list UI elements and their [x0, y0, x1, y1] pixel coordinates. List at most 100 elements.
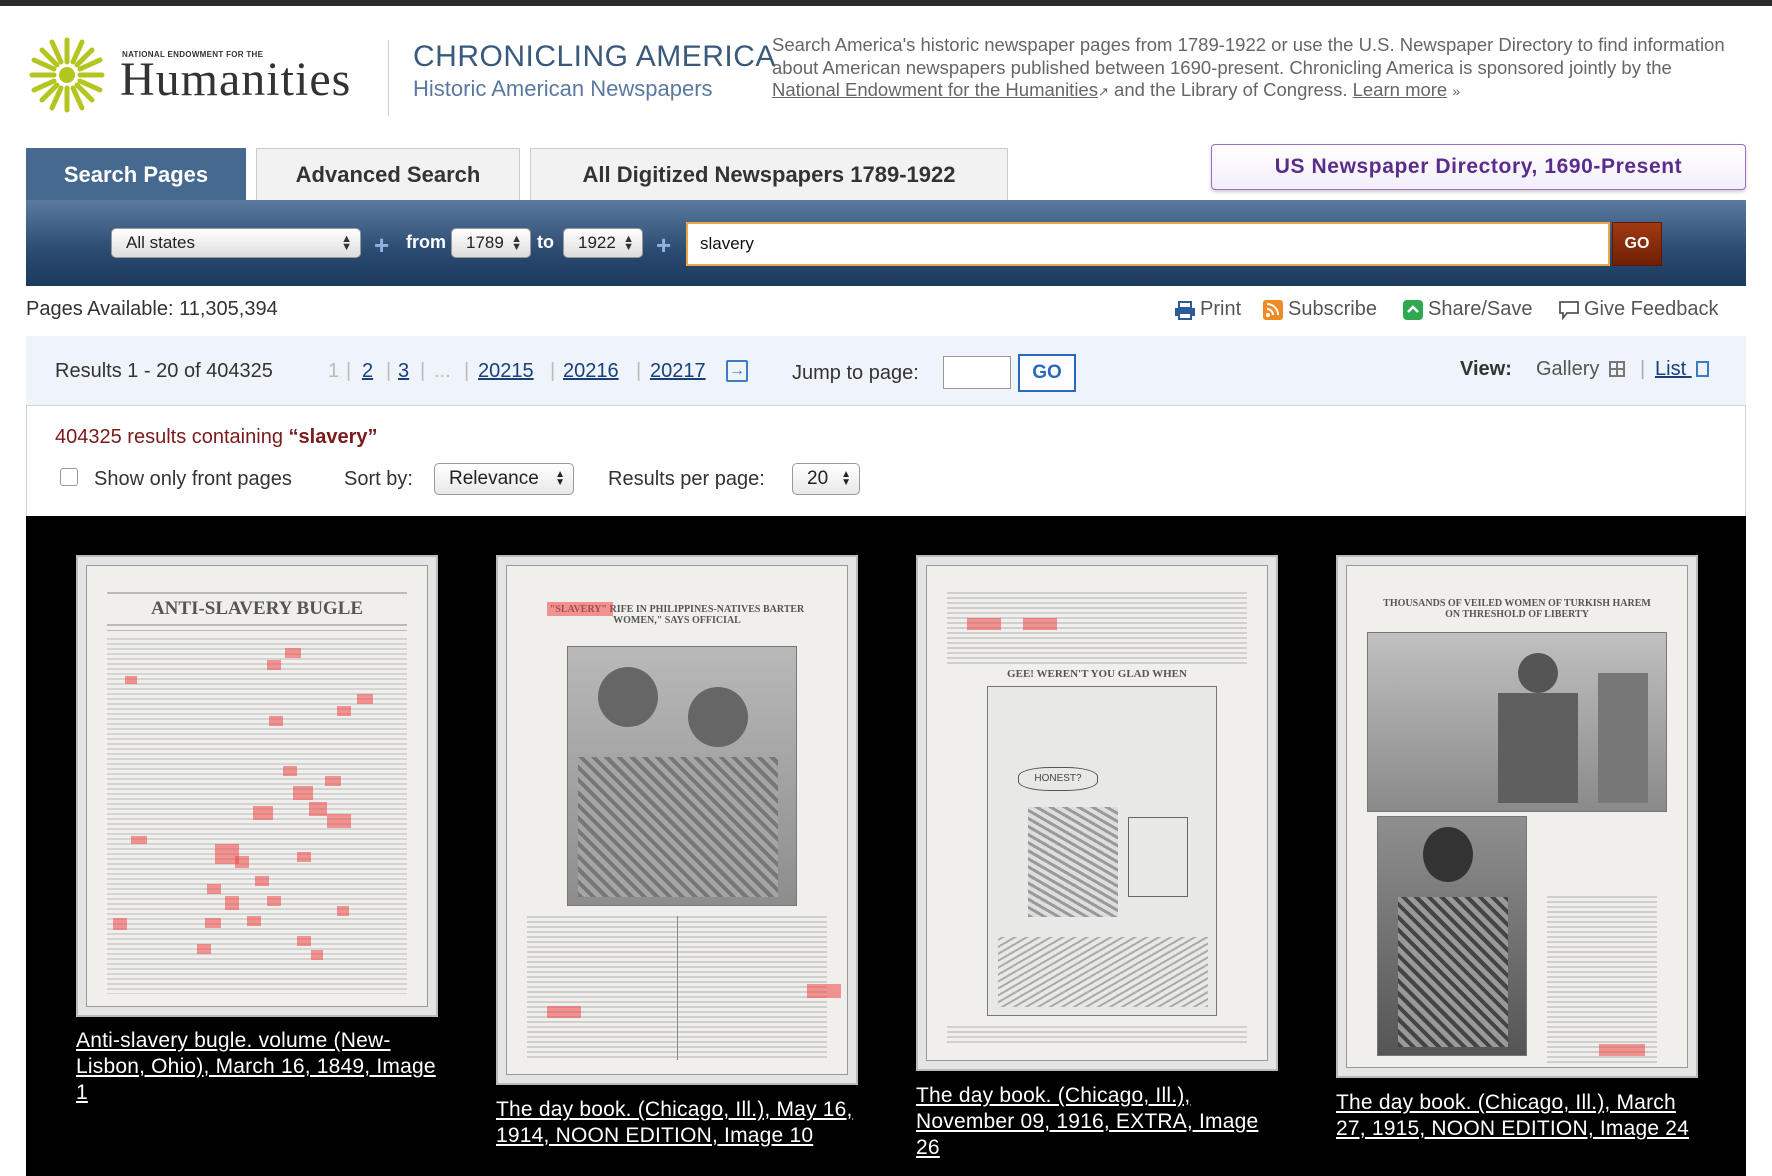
page-link-20217[interactable]: 20217 — [650, 360, 706, 383]
newspaper-page-image: GEE! WEREN'T YOU GLAD WHEN HONEST? — [926, 565, 1268, 1061]
pages-available: Pages Available: 11,305,394 — [26, 298, 278, 320]
page-link-20216[interactable]: 20216 — [563, 360, 619, 383]
to-year-select[interactable]: 1922 ▲ ▼ — [563, 228, 643, 258]
result-thumbnail[interactable]: ANTI-SLAVERY BUGLE — [76, 555, 438, 1017]
next-page-arrow-icon[interactable]: → — [726, 360, 748, 382]
from-label: from — [406, 232, 446, 252]
learn-more-arrow-icon: » — [1452, 83, 1461, 99]
front-pages-checkbox[interactable] — [60, 468, 78, 486]
learn-more-link[interactable]: Learn more — [1353, 79, 1448, 100]
view-label: View: — [1460, 358, 1512, 380]
top-border — [0, 0, 1772, 6]
site-title[interactable]: CHRONICLING AMERICA — [413, 40, 776, 74]
print-link[interactable]: Print — [1174, 298, 1241, 321]
state-select[interactable]: All states ▲ ▼ — [111, 228, 361, 258]
results-per-page-label: Results per page: — [608, 468, 765, 490]
front-pages-label[interactable]: Show only front pages — [94, 468, 292, 491]
share-save-link[interactable]: Share/Save — [1402, 298, 1533, 321]
intro-body: Search America's historic newspaper page… — [772, 34, 1725, 78]
page-link-3[interactable]: 3 — [398, 360, 409, 383]
masthead-text: ANTI-SLAVERY BUGLE — [150, 598, 364, 619]
give-feedback-link[interactable]: Give Feedback — [1558, 298, 1719, 321]
view-separator: | — [1640, 358, 1646, 380]
search-input[interactable]: slavery — [686, 222, 1610, 266]
page-separator: | — [464, 360, 470, 382]
external-link-icon: ↗ — [1097, 84, 1109, 99]
page-link-2[interactable]: 2 — [362, 360, 373, 383]
result-caption-link[interactable]: The day book. (Chicago, Ill.), November … — [916, 1083, 1276, 1161]
newspaper-page-image: THOUSANDS OF VEILED WOMEN OF TURKISH HAR… — [1346, 565, 1688, 1068]
tab-advanced-search[interactable]: Advanced Search — [256, 148, 520, 200]
logo-big-text: Humanities — [120, 53, 352, 106]
result-caption-link[interactable]: The day book. (Chicago, Ill.), May 16, 1… — [496, 1097, 856, 1149]
page-ellipsis: ... — [434, 360, 451, 382]
select-arrows-icon: ▲ ▼ — [623, 233, 634, 253]
subscribe-label: Subscribe — [1288, 298, 1377, 320]
view-gallery-option[interactable]: Gallery — [1536, 358, 1625, 381]
neh-link[interactable]: National Endowment for the Humanities — [772, 79, 1098, 100]
rss-icon — [1263, 299, 1283, 320]
select-arrows-icon: ▲ ▼ — [511, 233, 522, 253]
jump-go-button[interactable]: GO — [1018, 354, 1076, 392]
page-separator: | — [550, 360, 556, 382]
plus-icon: + — [374, 230, 390, 260]
grid-icon — [1608, 361, 1625, 377]
intro-text: Search America's historic newspaper page… — [772, 34, 1732, 104]
header-divider — [388, 40, 389, 116]
feedback-label: Give Feedback — [1584, 298, 1719, 320]
from-year-select[interactable]: 1789 ▲ ▼ — [451, 228, 531, 258]
share-label: Share/Save — [1428, 298, 1533, 320]
page-separator: | — [346, 360, 352, 382]
print-icon — [1175, 300, 1195, 320]
results-per-page-value: 20 — [807, 468, 829, 489]
jump-to-page-input[interactable] — [943, 356, 1011, 389]
to-label: to — [537, 232, 554, 252]
view-list-label: List — [1655, 358, 1687, 380]
sort-by-value: Relevance — [449, 468, 539, 489]
newspaper-page-image: "SLAVERY" RIFE IN PHILIPPINES-NATIVES BA… — [506, 565, 848, 1075]
plus-icon: + — [656, 230, 672, 260]
jump-to-page-label: Jump to page: — [792, 362, 919, 384]
neh-flower-icon — [29, 37, 105, 113]
select-arrows-icon: ▲ ▼ — [555, 469, 565, 488]
masthead-text: THOUSANDS OF VEILED WOMEN OF TURKISH HAR… — [1383, 598, 1651, 620]
site-subtitle[interactable]: Historic American Newspapers — [413, 76, 713, 102]
results-count: 404325 results containing — [55, 426, 283, 448]
page-link-20215[interactable]: 20215 — [478, 360, 534, 383]
document-icon — [1695, 361, 1709, 377]
intro-after: and the Library of Congress. — [1114, 79, 1348, 100]
neh-logo[interactable]: NATIONAL ENDOWMENT FOR THE Humanities — [24, 32, 374, 118]
to-year-value: 1922 — [578, 233, 616, 252]
result-caption-link[interactable]: Anti-slavery bugle. volume (New-Lisbon, … — [76, 1028, 436, 1106]
newspaper-page-image: ANTI-SLAVERY BUGLE — [86, 565, 428, 1007]
page-current: 1 — [328, 360, 340, 382]
result-thumbnail[interactable]: GEE! WEREN'T YOU GLAD WHEN HONEST? — [916, 555, 1278, 1071]
result-caption-link[interactable]: The day book. (Chicago, Ill.), March 27,… — [1336, 1090, 1698, 1142]
tab-all-digitized-newspapers[interactable]: All Digitized Newspapers 1789-1922 — [530, 148, 1008, 200]
sort-by-select[interactable]: Relevance ▲ ▼ — [434, 463, 574, 495]
state-select-value: All states — [126, 233, 195, 252]
page-separator: | — [420, 360, 426, 382]
result-thumbnail[interactable]: "SLAVERY" RIFE IN PHILIPPINES-NATIVES BA… — [496, 555, 858, 1085]
print-label: Print — [1200, 298, 1242, 320]
speech-bubble-icon — [1559, 300, 1579, 320]
tab-search-pages[interactable]: Search Pages — [26, 148, 246, 200]
results-per-page-select[interactable]: 20 ▲ ▼ — [792, 463, 860, 495]
newspaper-directory-button[interactable]: US Newspaper Directory, 1690-Present — [1211, 144, 1746, 190]
select-arrows-icon: ▲ ▼ — [341, 233, 352, 253]
search-go-button[interactable]: GO — [1612, 222, 1662, 266]
sort-by-label: Sort by: — [344, 468, 413, 490]
subscribe-link[interactable]: Subscribe — [1262, 298, 1377, 321]
view-gallery-label: Gallery — [1536, 358, 1600, 380]
page-separator: | — [386, 360, 392, 382]
view-list-option[interactable]: List — [1655, 358, 1709, 381]
from-year-value: 1789 — [466, 233, 504, 252]
select-arrows-icon: ▲ ▼ — [841, 469, 851, 488]
masthead-text: GEE! WEREN'T YOU GLAD WHEN — [1007, 668, 1187, 680]
result-thumbnail[interactable]: THOUSANDS OF VEILED WOMEN OF TURKISH HAR… — [1336, 555, 1698, 1078]
page-separator: | — [636, 360, 642, 382]
results-summary: 404325 results containing “slavery” — [55, 426, 377, 449]
results-range: Results 1 - 20 of 404325 — [55, 360, 273, 382]
search-term: “slavery” — [288, 426, 378, 448]
share-icon — [1403, 299, 1423, 320]
